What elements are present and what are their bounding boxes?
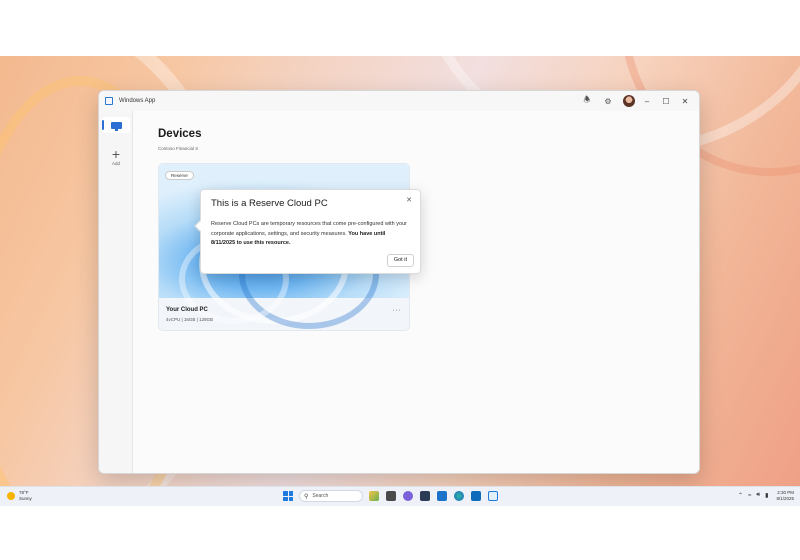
sun-icon	[7, 491, 15, 500]
maximize-button[interactable]: ☐	[658, 94, 674, 108]
desktop: Windows App 🕭︎ ⚙︎ – ☐ ✕ + Add Devices Co…	[0, 56, 800, 506]
bell-icon[interactable]: 🕭︎	[580, 94, 594, 108]
search-icon: ⚲	[304, 493, 309, 500]
widgets-icon[interactable]	[369, 491, 379, 501]
sidebar-item-add[interactable]: + Add	[99, 147, 133, 166]
got-it-button[interactable]: Got it	[386, 254, 414, 267]
outlook-icon[interactable]	[471, 491, 481, 501]
close-window-button[interactable]: ✕	[677, 94, 693, 108]
chat-icon[interactable]	[403, 491, 413, 501]
minimize-button[interactable]: –	[639, 94, 655, 108]
windows-app-logo-icon	[105, 97, 113, 105]
search-box[interactable]: ⚲ Search	[299, 490, 363, 502]
avatar	[623, 95, 635, 107]
reserve-cloud-pc-teaching-popup: This is a Reserve Cloud PC ✕ Reserve Clo…	[194, 189, 421, 274]
store-icon[interactable]	[437, 491, 447, 501]
windows-app-window: Windows App 🕭︎ ⚙︎ – ☐ ✕ + Add Devices Co…	[98, 90, 700, 474]
task-view-icon[interactable]	[386, 491, 396, 501]
chevron-up-icon[interactable]: ⌃	[738, 492, 743, 499]
taskbar-apps: ⚲ Search	[283, 490, 505, 502]
weather-widget[interactable]: 78°F Sunny	[7, 490, 32, 501]
clock-date: 8/1/2025	[776, 495, 794, 501]
edge-icon[interactable]	[454, 491, 464, 501]
window-title: Windows App	[119, 98, 156, 104]
file-explorer-icon[interactable]	[420, 491, 430, 501]
title-bar[interactable]: Windows App 🕭︎ ⚙︎ – ☐ ✕	[99, 91, 699, 111]
system-tray: ⌃ ≈ 🔊︎ ▮ 2:30 PM 8/1/2025	[733, 490, 794, 501]
clock[interactable]: 2:30 PM 8/1/2025	[776, 490, 794, 501]
profile-button[interactable]	[622, 94, 636, 108]
monitor-icon	[110, 121, 122, 131]
selection-indicator	[102, 120, 104, 130]
start-button[interactable]	[283, 491, 293, 501]
cloud-pc-name: Your Cloud PC	[166, 307, 208, 313]
close-icon[interactable]: ✕	[406, 196, 412, 204]
more-options-button[interactable]: ···	[393, 307, 402, 314]
popup-title: This is a Reserve Cloud PC	[211, 198, 328, 209]
search-label: Search	[312, 493, 329, 499]
weather-description: Sunny	[19, 495, 32, 501]
sidebar-item-label: Add	[111, 161, 120, 166]
battery-icon[interactable]: ▮	[765, 492, 768, 499]
sidebar: + Add	[99, 111, 133, 473]
sidebar-item-devices[interactable]	[102, 117, 130, 133]
cloud-pc-specs: 4vCPU | 16GB | 128GB	[166, 317, 214, 322]
clock-time: 2:30 PM	[777, 490, 794, 495]
main-content: Devices Contoso Financial S Reserve Your…	[134, 111, 699, 473]
plus-icon: +	[111, 146, 121, 162]
reserve-badge: Reserve	[165, 171, 194, 180]
organization-label: Contoso Financial S	[158, 146, 199, 151]
taskbar: 78°F Sunny ⚲ Search ⌃ ≈ 🔊︎ ▮ 2:30 PM 8/1…	[0, 486, 800, 506]
wifi-icon[interactable]: ≈	[748, 493, 751, 499]
windows-app-taskbar-icon[interactable]	[488, 491, 498, 501]
gear-icon[interactable]: ⚙︎	[601, 94, 615, 108]
volume-icon[interactable]: 🔊︎	[756, 492, 760, 499]
popup-body: Reserve Cloud PCs are temporary resource…	[211, 220, 411, 249]
page-title: Devices	[158, 128, 202, 140]
